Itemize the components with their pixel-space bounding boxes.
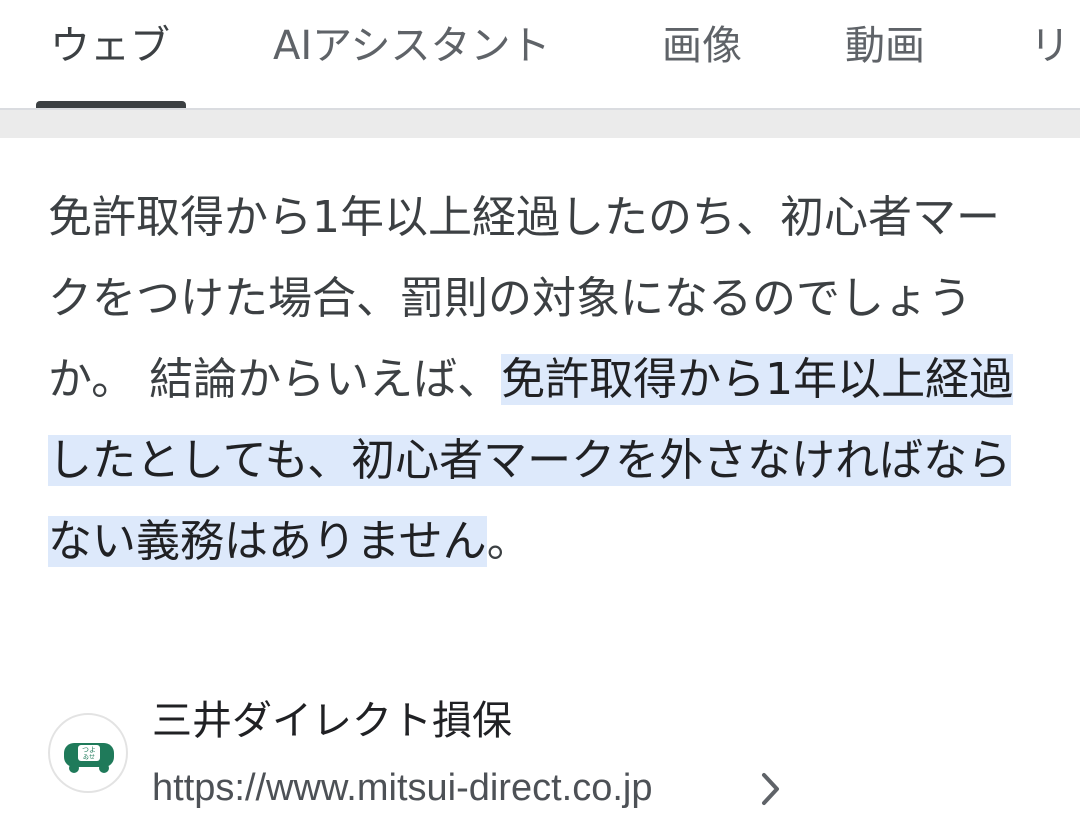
- tab-ai-assistant[interactable]: AIアシスタント: [273, 20, 551, 72]
- site-url[interactable]: https://www.mitsui-direct.co.jp: [152, 763, 652, 813]
- active-tab-indicator: [36, 101, 186, 108]
- tab-videos[interactable]: 動画: [845, 20, 925, 72]
- snippet-tail: 。: [486, 516, 531, 567]
- site-name[interactable]: 三井ダイレクト損保: [152, 695, 512, 747]
- svg-text:ゐせ: ゐせ: [83, 754, 95, 761]
- mitsui-direct-favicon-icon: つよ ゐせ: [48, 713, 128, 793]
- tab-partial[interactable]: リ: [1030, 20, 1070, 72]
- featured-snippet-text: 免許取得から1年以上経過したのち、初心者マークをつけた場合、罰則の対象になるので…: [48, 177, 1038, 582]
- section-divider: [0, 108, 1080, 138]
- search-tabs: ウェブ AIアシスタント 画像 動画 リ: [0, 0, 1080, 108]
- chevron-right-icon[interactable]: [760, 771, 782, 807]
- tab-images[interactable]: 画像: [662, 20, 742, 72]
- source-attribution[interactable]: つよ ゐせ 三井ダイレクト損保 https://www.mitsui-direc…: [48, 695, 1048, 825]
- svg-text:つよ: つよ: [82, 746, 96, 754]
- tab-web[interactable]: ウェブ: [50, 20, 170, 72]
